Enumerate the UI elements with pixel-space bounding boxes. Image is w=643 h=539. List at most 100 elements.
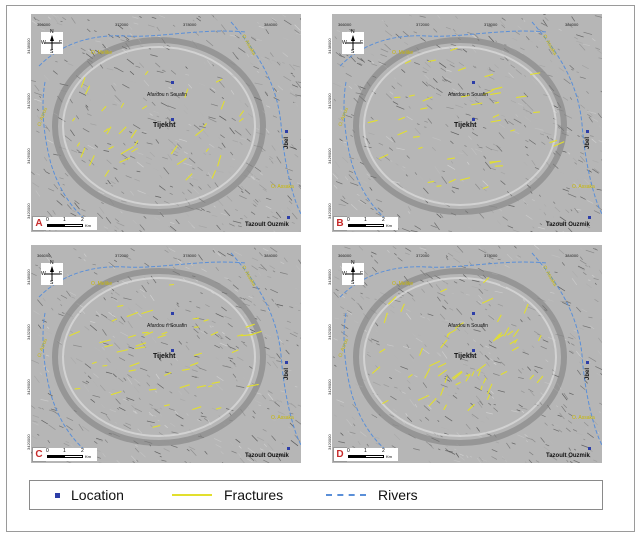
panel-letter: A [32,216,46,231]
coord-left-4: 3420000 [327,203,332,219]
place-afardou: Afardou n Souafin [147,92,188,98]
place-jbel: Jbel [284,367,291,381]
scale-1: 1 [63,217,66,223]
coord-top-2: 372000 [416,22,430,27]
map-panel-d: 366000 372000 378000 384000 3438000 3432… [327,245,602,463]
river-label-melike: O. Melike [392,50,414,56]
fracture-line [149,388,157,391]
panel-letter: D [333,447,347,462]
scale-1: 1 [63,448,66,454]
coord-top-4: 384000 [565,253,579,258]
river-label-melike: O. Melike [91,50,113,56]
location-marker [171,312,174,315]
fracture-line [489,160,501,163]
compass-e: E [360,271,364,277]
river-label-assaka-lower: O. Assaka [271,184,294,190]
location-marker-icon [55,492,60,498]
scale-2: 2 [382,448,385,454]
scale-1: 1 [364,217,367,223]
river-label-melike: O. Melike [91,281,113,287]
coord-left-2: 3432000 [327,93,332,109]
coord-top-4: 384000 [565,22,579,27]
location-marker [285,130,288,133]
compass-n: N [351,29,355,35]
compass-s: S [50,49,54,55]
coord-left-1: 3438000 [327,269,332,285]
location-marker [287,447,290,450]
place-tijekht: Tijekht [454,353,477,360]
scale-unit: Km [386,223,392,228]
coord-left-3: 3426000 [327,379,332,395]
coord-top-4: 384000 [264,22,278,27]
fracture-line-icon [172,494,212,496]
location-marker [588,447,591,450]
location-marker [171,349,174,352]
legend-item-location: Location [55,481,124,509]
coord-left-2: 3432000 [26,93,31,109]
scale-1: 1 [364,448,367,454]
river-label-assaka-lower: O. Assaka [572,184,595,190]
fracture-line [141,331,149,334]
compass-e: E [59,271,63,277]
scale-0: 0 [46,448,49,454]
location-marker [287,216,290,219]
north-arrow-icon: N S E W [41,260,63,286]
scale-unit: Km [386,454,392,459]
fracture-line [533,111,540,114]
location-marker [588,216,591,219]
place-jbel: Jbel [585,367,592,381]
coord-top-1: 366000 [37,253,51,258]
compass-n: N [50,29,54,35]
coord-top-1: 366000 [37,22,51,27]
compass-e: E [59,40,63,46]
coord-left-4: 3420000 [26,434,31,450]
scale-unit: Km [85,454,91,459]
compass-s: S [351,49,355,55]
scale-0: 0 [347,448,350,454]
fracture-line [169,283,175,286]
compass-w: W [41,271,46,277]
compass-w: W [342,271,347,277]
scale-bar: 0 1 2 Km [346,217,398,230]
place-tijekht: Tijekht [454,122,477,129]
compass-s: S [351,280,355,286]
map-panel-c: 366000 372000 378000 384000 3438000 3432… [26,245,301,463]
river-line-icon [326,494,366,496]
compass-e: E [360,40,364,46]
scale-bar-graphic [47,455,83,458]
legend-label-rivers: Rivers [378,487,418,503]
map-panel-b: 366000 372000 378000 384000 3438000 3432… [327,14,602,232]
place-afardou: Afardou n Souafin [448,323,489,329]
scale-2: 2 [382,217,385,223]
coord-left-1: 3438000 [327,38,332,54]
place-tazoult: Tazoult Ouzmik [245,453,289,459]
place-tazoult: Tazoult Ouzmik [546,453,590,459]
legend-label-location: Location [71,487,124,503]
scale-unit: Km [85,223,91,228]
coord-top-1: 366000 [338,22,352,27]
coord-top-2: 372000 [115,253,129,258]
coord-left-2: 3432000 [327,324,332,340]
coord-left-1: 3438000 [26,269,31,285]
coord-top-2: 372000 [115,22,129,27]
location-marker [472,118,475,121]
coord-top-3: 378000 [484,253,498,258]
scale-bar: 0 1 2 Km [45,448,97,461]
coord-left-4: 3420000 [327,434,332,450]
compass-s: S [50,280,54,286]
location-marker [285,361,288,364]
scale-bar: 0 1 2 Km [45,217,97,230]
legend-item-rivers: Rivers [326,481,418,509]
place-jbel: Jbel [585,136,592,150]
scale-bar-graphic [348,455,384,458]
place-tijekht: Tijekht [153,122,176,129]
scale-bar-graphic [47,224,83,227]
fracture-line [436,185,442,187]
scale-2: 2 [81,217,84,223]
compass-n: N [351,260,355,266]
coord-left-3: 3426000 [26,148,31,164]
location-marker [586,130,589,133]
fracture-line [413,136,420,138]
panel-letter: C [32,447,46,462]
fracture-line [102,364,108,367]
